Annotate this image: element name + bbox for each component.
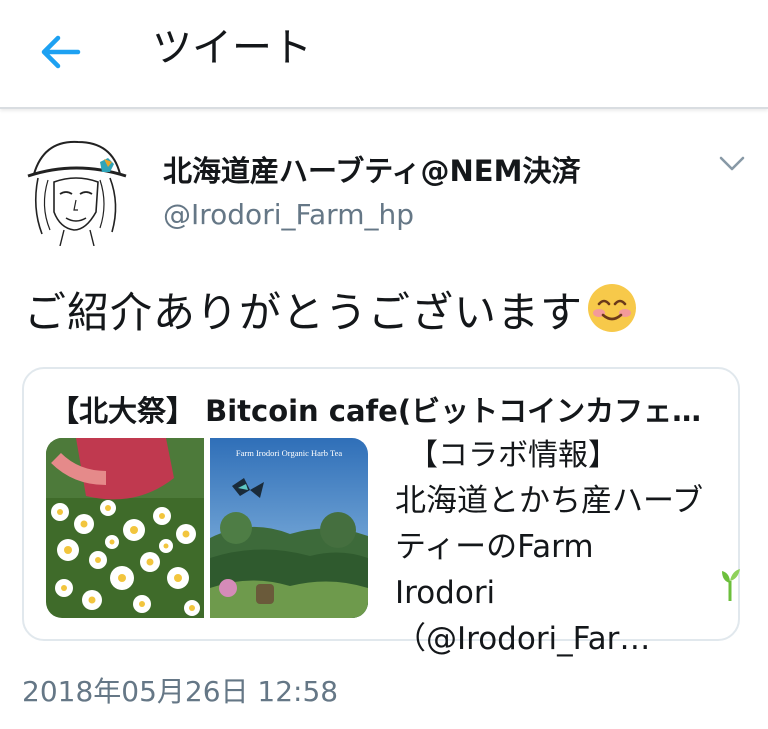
tweet-text-content: ご紹介ありがとうございます bbox=[24, 288, 584, 337]
chamomile-photo bbox=[46, 438, 204, 618]
avatar[interactable] bbox=[20, 134, 132, 246]
card-description-line: Irodori（@Irodori_Far… bbox=[395, 575, 651, 657]
card-description-line: ティーのFarm bbox=[395, 529, 594, 565]
user-handle[interactable]: @Irodori_Farm_hp bbox=[163, 196, 414, 234]
tweet-timestamp: 2018年05月26日 12:58 bbox=[22, 675, 339, 708]
tweet-text: ご紹介ありがとうございます bbox=[24, 281, 639, 343]
farm-promo-image: Farm Irodori Organic Harb Tea bbox=[210, 438, 368, 618]
image-caption: Farm Irodori Organic Harb Tea bbox=[236, 448, 342, 458]
card-subtitle: 【コラボ情報】 bbox=[408, 438, 618, 473]
page-title: ツイート bbox=[152, 25, 312, 71]
card-title: 【北大祭】 Bitcoin cafe(ビットコインカフェ… bbox=[50, 394, 702, 428]
smiling-face-emoji-icon bbox=[588, 284, 637, 332]
card-description: 北海道とかち産ハーブ ティーのFarm Irodori（@Irodori_Far… bbox=[395, 478, 739, 662]
app-header: ツイート bbox=[0, 0, 768, 109]
sprout-icon bbox=[722, 569, 740, 601]
back-arrow-icon[interactable] bbox=[36, 28, 84, 76]
chevron-down-icon[interactable] bbox=[718, 154, 746, 174]
card-description-line: 北海道とかち産ハーブ bbox=[395, 483, 704, 519]
display-name[interactable]: 北海道産ハーブティ@NEM決済 bbox=[163, 152, 580, 190]
link-preview-card[interactable]: 【北大祭】 Bitcoin cafe(ビットコインカフェ… Farm Irodo… bbox=[22, 367, 740, 657]
